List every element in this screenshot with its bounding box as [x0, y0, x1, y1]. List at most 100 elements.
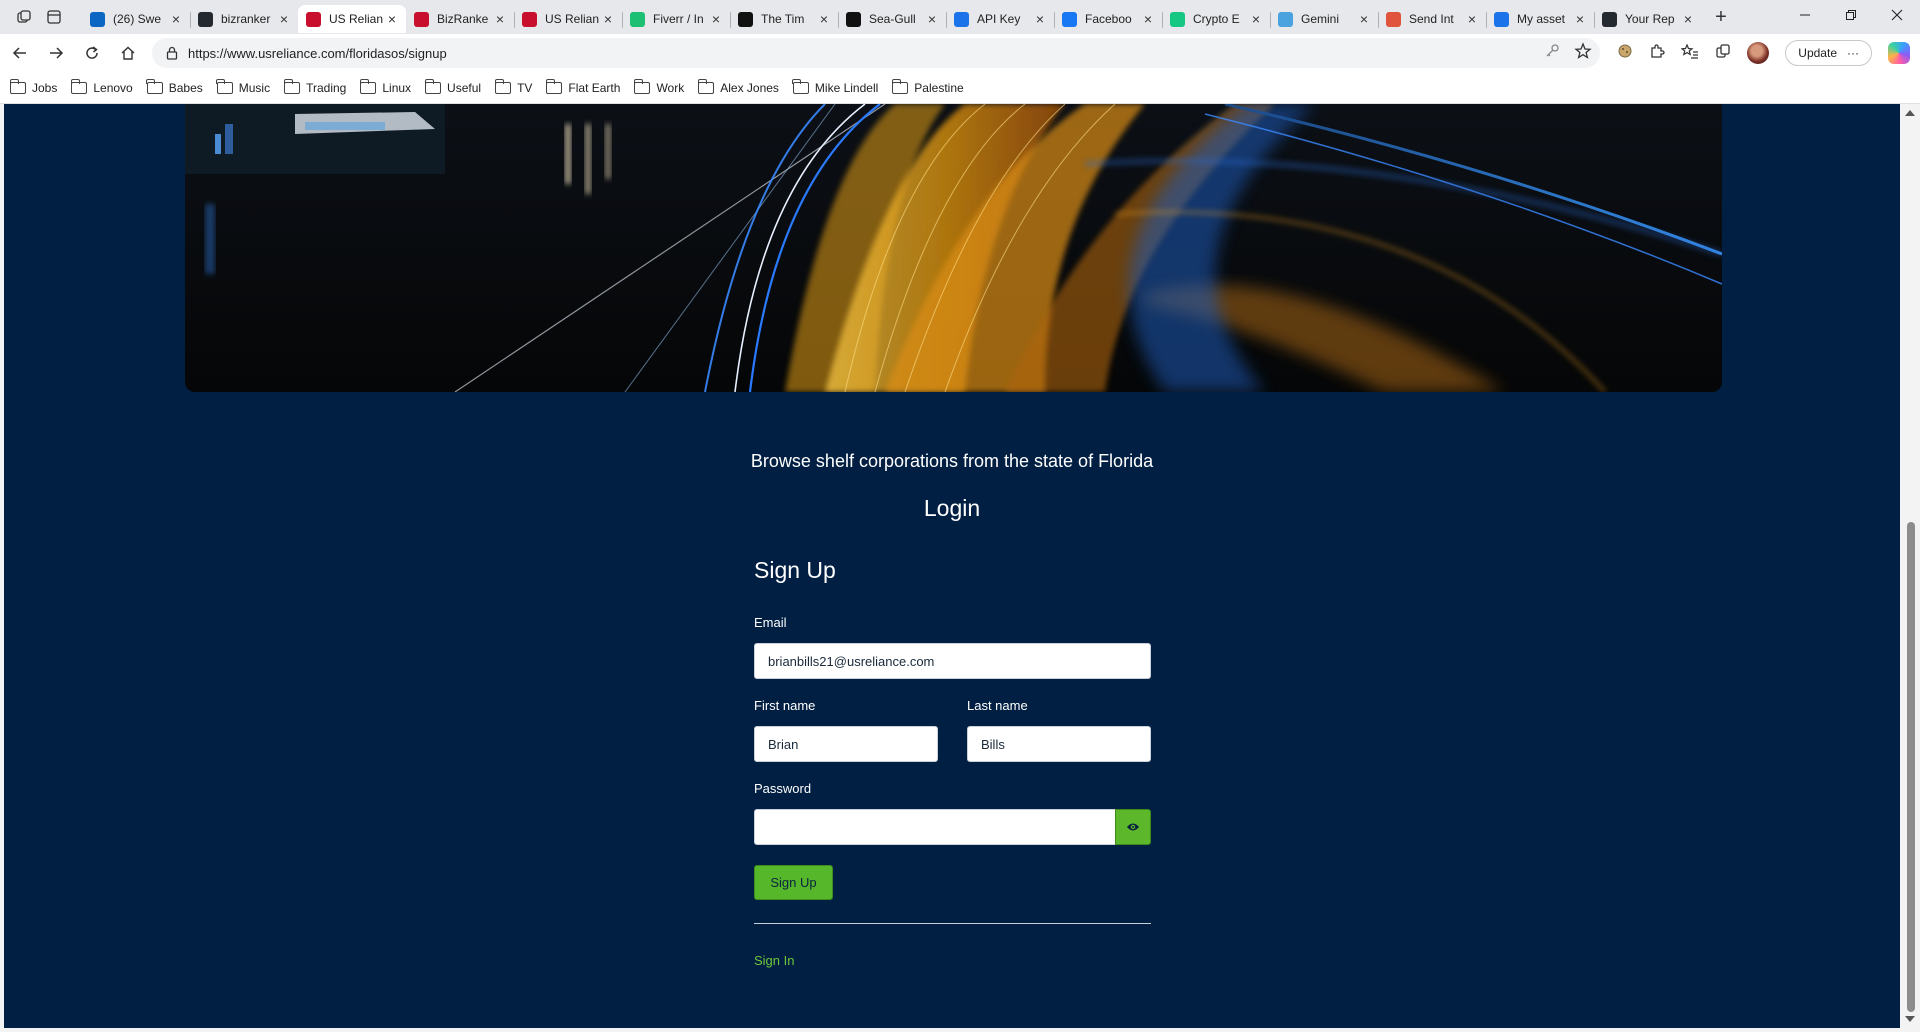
- close-tab-icon[interactable]: ×: [384, 11, 400, 27]
- copilot-icon[interactable]: [1888, 42, 1910, 64]
- browser-tab[interactable]: BizRanke ×: [406, 5, 514, 33]
- vertical-tabs-icon[interactable]: [46, 9, 62, 25]
- first-name-field[interactable]: Brian: [754, 726, 938, 762]
- browser-tab[interactable]: My asset ×: [1486, 5, 1594, 33]
- close-tab-icon[interactable]: ×: [276, 11, 292, 27]
- bookmark-folder[interactable]: Palestine: [891, 78, 964, 95]
- minimize-button[interactable]: [1782, 0, 1828, 30]
- github-icon: [198, 11, 213, 27]
- browser-tab[interactable]: API Key ×: [946, 5, 1054, 33]
- scroll-up-arrow-icon[interactable]: [1905, 110, 1915, 116]
- close-tab-icon[interactable]: ×: [600, 11, 616, 27]
- browser-tab[interactable]: Send Int ×: [1378, 5, 1486, 33]
- browser-toolbar: https://www.usreliance.com/floridasos/si…: [0, 34, 1920, 72]
- browser-tab[interactable]: (26) Swe ×: [82, 5, 190, 33]
- toggle-password-visibility-button[interactable]: [1115, 809, 1151, 845]
- close-tab-icon[interactable]: ×: [1572, 11, 1588, 27]
- browser-tab[interactable]: Faceboo ×: [1054, 5, 1162, 33]
- coinmarketcap-icon: [1170, 11, 1185, 27]
- sign-in-link[interactable]: Sign In: [754, 953, 794, 968]
- collections-icon[interactable]: [1715, 43, 1731, 64]
- close-tab-icon[interactable]: ×: [816, 11, 832, 27]
- forward-button[interactable]: [38, 37, 74, 69]
- close-tab-icon[interactable]: ×: [492, 11, 508, 27]
- update-button[interactable]: Update ···: [1785, 40, 1872, 66]
- extension-cookie-icon[interactable]: [1617, 43, 1633, 64]
- password-key-icon[interactable]: [1544, 43, 1560, 64]
- update-label: Update: [1798, 46, 1837, 60]
- bookmark-label: TV: [517, 80, 533, 95]
- sign-up-button[interactable]: Sign Up: [754, 865, 833, 900]
- last-name-label: Last name: [967, 698, 1028, 713]
- tab-title: Gemini: [1301, 12, 1340, 26]
- browser-tab-strip: (26) Swe × bizranker × US Relian × BizRanke × US…: [0, 0, 1920, 34]
- close-tab-icon[interactable]: ×: [1032, 11, 1048, 27]
- flag-icon: [414, 11, 429, 27]
- browser-tab[interactable]: Crypto E ×: [1162, 5, 1270, 33]
- bookmark-folder[interactable]: Mike Lindell: [792, 78, 878, 95]
- c-logo-icon: [954, 11, 969, 27]
- close-tab-icon[interactable]: ×: [168, 11, 184, 27]
- bookmark-folder[interactable]: Babes: [146, 78, 203, 95]
- profile-avatar[interactable]: [1747, 42, 1770, 64]
- browser-tab[interactable]: Your Rep ×: [1594, 5, 1702, 33]
- folder-icon: [792, 78, 809, 94]
- close-tab-icon[interactable]: ×: [1356, 11, 1372, 27]
- bookmark-folder[interactable]: Alex Jones: [697, 78, 779, 95]
- restore-button[interactable]: [1828, 0, 1874, 30]
- page-scrollbar[interactable]: [1900, 104, 1920, 1028]
- close-tab-icon[interactable]: ×: [1680, 11, 1696, 27]
- browser-tab[interactable]: The Tim ×: [730, 5, 838, 33]
- scroll-down-arrow-icon[interactable]: [1905, 1016, 1915, 1022]
- browser-tab[interactable]: US Relian ×: [298, 5, 406, 33]
- extensions-puzzle-icon[interactable]: [1649, 43, 1665, 64]
- email-field[interactable]: brianbills21@usreliance.com: [754, 643, 1151, 679]
- bookmark-label: Trading: [306, 80, 347, 95]
- url-text[interactable]: https://www.usreliance.com/floridasos/si…: [188, 46, 447, 61]
- bookmark-folder[interactable]: Jobs: [9, 78, 57, 95]
- bookmark-folder[interactable]: Trading: [283, 78, 347, 95]
- eye-icon: [1127, 823, 1139, 831]
- new-tab-button[interactable]: +: [1706, 2, 1736, 32]
- tab-title: My asset: [1517, 12, 1566, 26]
- reload-button[interactable]: [74, 37, 110, 69]
- folder-icon: [494, 78, 512, 94]
- bookmark-label: Lenovo: [93, 80, 133, 95]
- bookmark-folder[interactable]: Useful: [424, 78, 482, 95]
- tab-title: Send Int: [1409, 12, 1454, 26]
- last-name-field[interactable]: Bills: [967, 726, 1151, 762]
- bookmark-folder[interactable]: Music: [216, 78, 270, 95]
- browser-tab[interactable]: US Relian ×: [514, 5, 622, 33]
- favorite-star-icon[interactable]: [1574, 41, 1592, 65]
- back-button[interactable]: [2, 37, 38, 69]
- browser-tab[interactable]: Gemini ×: [1270, 5, 1378, 33]
- bookmark-folder[interactable]: Lenovo: [70, 78, 133, 95]
- workspaces-icon[interactable]: [16, 9, 32, 25]
- browser-tab[interactable]: bizranker ×: [190, 5, 298, 33]
- address-bar[interactable]: https://www.usreliance.com/floridasos/si…: [152, 38, 1600, 68]
- close-tab-icon[interactable]: ×: [708, 11, 724, 27]
- bookmark-folder[interactable]: Work: [633, 78, 684, 95]
- lock-icon[interactable]: [166, 46, 178, 60]
- login-heading[interactable]: Login: [4, 495, 1900, 522]
- scrollbar-thumb[interactable]: [1907, 522, 1915, 1012]
- close-tab-icon[interactable]: ×: [1140, 11, 1156, 27]
- back-arrow-icon: [12, 47, 26, 59]
- folder-icon: [633, 78, 651, 94]
- flag-icon: [522, 11, 537, 27]
- bookmark-label: Useful: [447, 80, 482, 95]
- favorites-list-icon[interactable]: [1680, 42, 1699, 64]
- password-field[interactable]: [754, 809, 1116, 845]
- more-options-icon: ···: [1847, 46, 1859, 60]
- browser-tab[interactable]: Sea-Gull ×: [838, 5, 946, 33]
- close-tab-icon[interactable]: ×: [1464, 11, 1480, 27]
- home-button[interactable]: [110, 37, 146, 69]
- folder-icon: [146, 78, 163, 94]
- close-tab-icon[interactable]: ×: [924, 11, 940, 27]
- close-tab-icon[interactable]: ×: [1248, 11, 1264, 27]
- bookmark-folder[interactable]: TV: [494, 78, 533, 95]
- bookmark-folder[interactable]: Linux: [359, 78, 411, 95]
- browser-tab[interactable]: Fiverr / In ×: [622, 5, 730, 33]
- bookmark-folder[interactable]: Flat Earth: [545, 78, 620, 95]
- close-window-button[interactable]: [1874, 0, 1920, 30]
